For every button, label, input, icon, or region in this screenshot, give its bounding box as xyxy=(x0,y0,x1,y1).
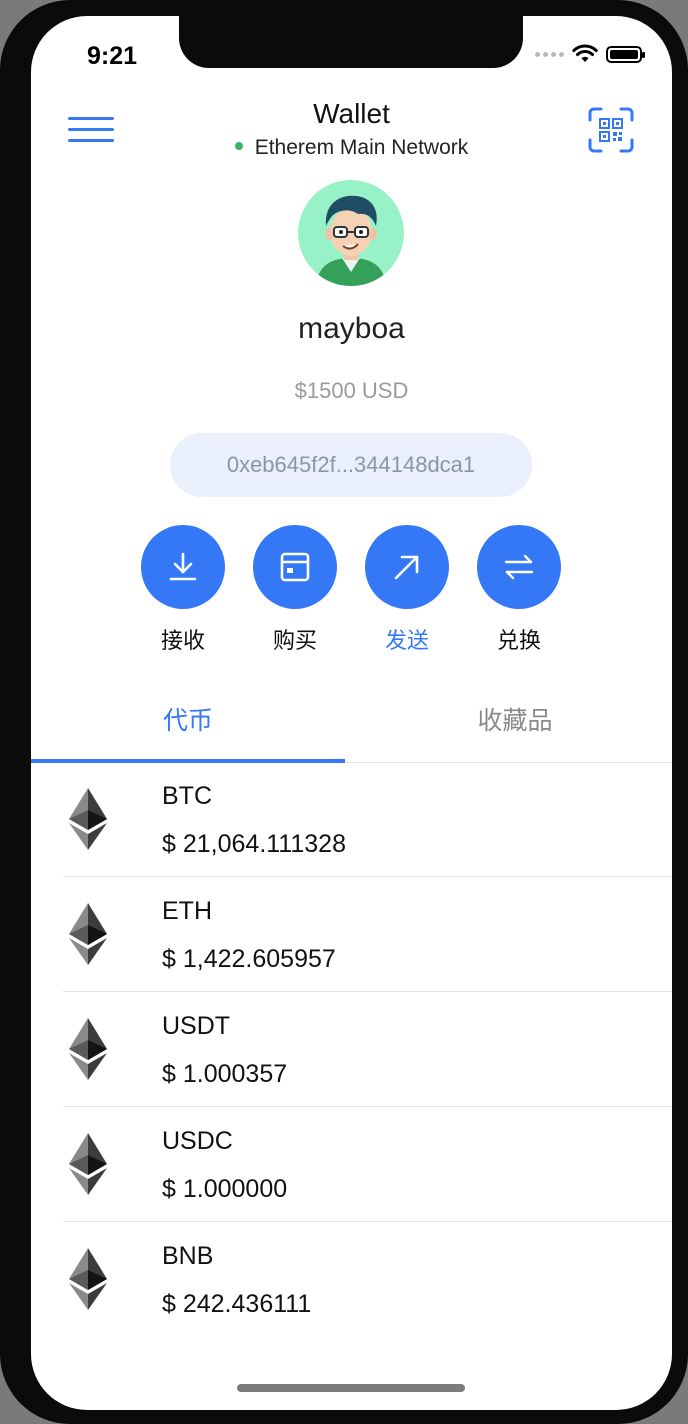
app-screen: 9:21 Wallet Etherem Main Network mayboa … xyxy=(31,16,672,1410)
token-symbol: BTC xyxy=(162,782,212,810)
status-icons xyxy=(535,44,645,64)
token-row[interactable]: USDT $ 1.000357 xyxy=(31,992,672,1107)
ethereum-icon xyxy=(69,903,107,965)
token-price: $ 1.000357 xyxy=(162,1060,288,1088)
swap-button[interactable]: 兑换 xyxy=(477,525,561,655)
buy-label: 购买 xyxy=(272,628,317,653)
wallet-balance: $1500 USD xyxy=(294,378,409,403)
token-price: $ 1.000000 xyxy=(162,1175,288,1203)
device-notch xyxy=(179,16,523,68)
status-time: 9:21 xyxy=(87,42,138,70)
tab-tokens[interactable]: 代币 xyxy=(31,688,345,762)
token-row[interactable]: BTC $ 21,064.111328 xyxy=(31,762,672,877)
qr-scan-icon xyxy=(588,107,634,153)
token-row[interactable]: BNB $ 242.436111 xyxy=(31,1222,672,1337)
home-indicator[interactable] xyxy=(237,1384,465,1392)
token-price: $ 1,422.605957 xyxy=(162,945,336,973)
asset-tabs: 代币 收藏品 xyxy=(31,688,672,763)
tab-collectibles[interactable]: 收藏品 xyxy=(358,688,672,762)
send-label: 发送 xyxy=(384,628,429,653)
avatar-illustration xyxy=(298,180,404,286)
cellular-signal-icon xyxy=(535,51,564,57)
token-row[interactable]: ETH $ 1,422.605957 xyxy=(31,877,672,992)
token-price: $ 242.436111 xyxy=(162,1290,312,1318)
buy-button[interactable]: 购买 xyxy=(253,525,337,655)
receive-label: 接收 xyxy=(160,628,205,653)
download-icon xyxy=(169,552,197,581)
swap-icon xyxy=(504,554,534,580)
receive-button[interactable]: 接收 xyxy=(141,525,225,655)
qr-scan-button[interactable] xyxy=(587,106,635,154)
battery-icon xyxy=(606,45,645,63)
swap-label: 兑换 xyxy=(496,628,541,653)
card-icon xyxy=(280,552,310,582)
ethereum-icon xyxy=(69,1133,107,1195)
action-bar: 接收 购买 发送 兑换 xyxy=(141,525,563,660)
token-list: BTC $ 21,064.111328 ETH $ 1,422.605957 U… xyxy=(31,762,672,1337)
username: mayboa xyxy=(298,312,405,345)
avatar[interactable] xyxy=(298,180,404,286)
page-title: Wallet xyxy=(313,98,390,129)
token-row[interactable]: USDC $ 1.000000 xyxy=(31,1107,672,1222)
token-symbol: BNB xyxy=(162,1242,214,1270)
token-symbol: USDT xyxy=(162,1012,231,1040)
ethereum-icon xyxy=(69,788,107,850)
network-indicator[interactable]: Etherem Main Network xyxy=(31,136,672,160)
send-button[interactable]: 发送 xyxy=(365,525,449,655)
token-symbol: USDC xyxy=(162,1127,233,1155)
ethereum-icon xyxy=(69,1248,107,1310)
ethereum-icon xyxy=(69,1018,107,1080)
arrow-up-right-icon xyxy=(394,555,419,580)
token-price: $ 21,064.111328 xyxy=(162,830,346,858)
wifi-icon xyxy=(572,44,598,62)
token-symbol: ETH xyxy=(162,897,212,925)
wallet-address-button[interactable]: 0xeb645f2f...344148dca1 xyxy=(170,433,532,497)
network-status-dot xyxy=(234,142,243,151)
network-name: Etherem Main Network xyxy=(254,136,469,159)
